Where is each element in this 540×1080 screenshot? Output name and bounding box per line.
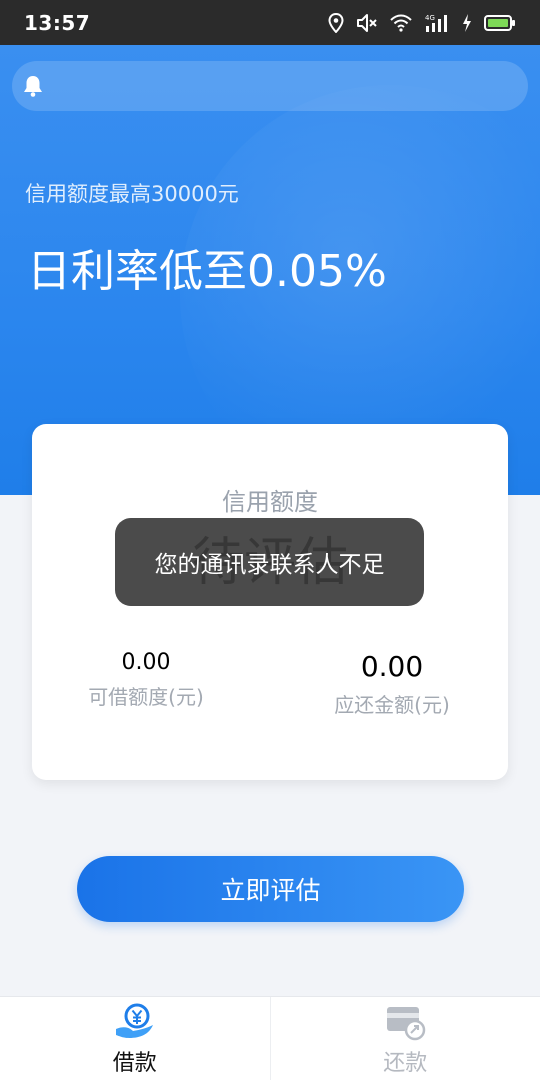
charging-icon xyxy=(463,13,471,32)
tab-repay-label: 还款 xyxy=(383,1051,428,1076)
interest-rate-title: 日利率低至0.05% xyxy=(27,246,387,297)
signal-4g-icon: 4G xyxy=(425,14,447,32)
due-amount-value: 0.00 xyxy=(360,650,424,683)
available-amount-stat: 0.00 可借额度(元) xyxy=(76,650,216,710)
due-amount-stat: 0.00 应还金额(元) xyxy=(322,650,462,718)
due-amount-label: 应还金额(元) xyxy=(334,693,450,717)
bottom-tab-bar: 借款 还款 xyxy=(0,996,540,1080)
location-icon xyxy=(328,12,344,33)
tab-borrow-label: 借款 xyxy=(112,1051,157,1076)
wifi-icon xyxy=(390,14,412,32)
battery-icon xyxy=(484,14,515,31)
status-bar: 13:57 4G xyxy=(0,0,540,45)
borrow-yen-icon xyxy=(115,1003,153,1038)
status-time: 13:57 xyxy=(24,10,91,35)
evaluate-now-button[interactable]: 立即评估 xyxy=(77,856,464,922)
bell-icon xyxy=(24,76,42,97)
svg-text:4G: 4G xyxy=(425,14,435,22)
credit-limit-subtitle: 信用额度最高30000元 xyxy=(25,182,239,206)
available-amount-label: 可借额度(元) xyxy=(88,685,204,709)
tab-repay[interactable]: 还款 xyxy=(269,997,540,1080)
status-icons: 4G xyxy=(328,12,516,33)
notice-bar[interactable] xyxy=(12,61,528,111)
toast-message: 您的通讯录联系人不足 xyxy=(115,518,424,606)
available-amount-value: 0.00 xyxy=(121,650,171,675)
credit-limit-label: 信用额度 xyxy=(222,488,318,516)
mute-icon xyxy=(357,13,377,32)
repay-card-icon xyxy=(387,1007,426,1041)
tab-borrow[interactable]: 借款 xyxy=(0,997,270,1080)
